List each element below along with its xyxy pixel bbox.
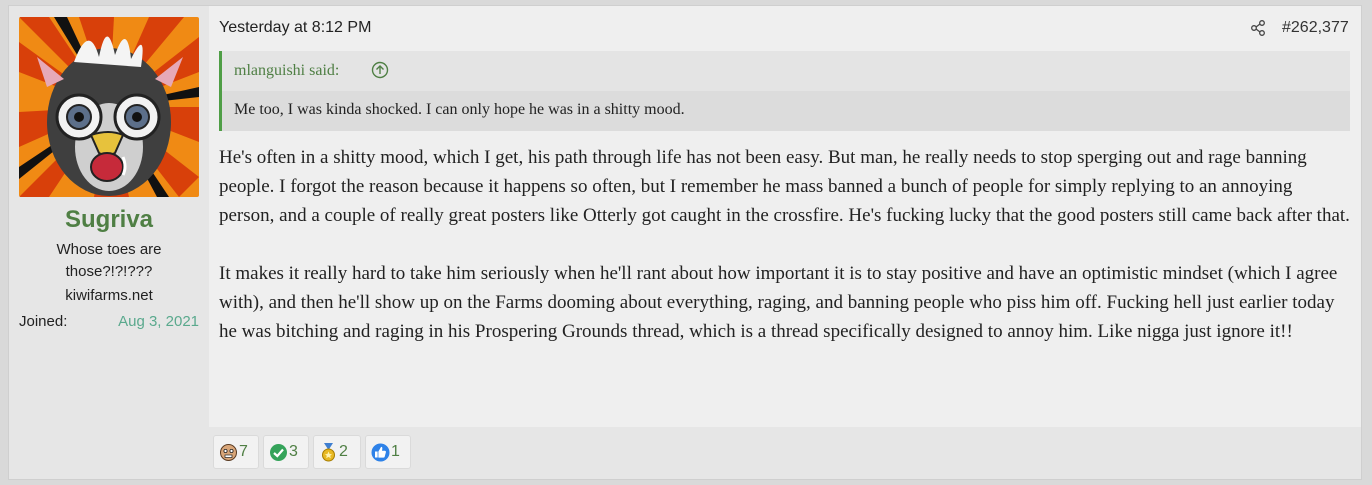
- reaction-count: 7: [239, 443, 248, 460]
- medal-icon: [319, 443, 338, 462]
- reaction-count: 1: [391, 443, 400, 460]
- reaction-count: 2: [339, 443, 348, 460]
- reaction-like[interactable]: 1: [365, 435, 411, 469]
- thumbs-up-icon: [371, 443, 390, 462]
- user-avatar[interactable]: [19, 17, 199, 197]
- reaction-face[interactable]: 7: [213, 435, 259, 469]
- quote-block: mlanguishi said: Me too, I was kinda sho…: [219, 51, 1350, 131]
- share-icon[interactable]: [1250, 20, 1266, 36]
- user-site: kiwifarms.net: [65, 287, 153, 304]
- post-timestamp[interactable]: Yesterday at 8:12 PM: [219, 19, 371, 37]
- arrow-up-circle-icon[interactable]: [371, 61, 389, 79]
- post-paragraph: It makes it really hard to take him seri…: [219, 263, 1338, 342]
- furby-avatar-icon: [19, 17, 199, 197]
- user-title: Whose toes are those?!?!???: [56, 241, 162, 280]
- joined-date: Aug 3, 2021: [118, 313, 199, 330]
- forum-post: Sugriva Whose toes are those?!?!??? kiwi…: [8, 5, 1362, 480]
- quote-text: Me too, I was kinda shocked. I can only …: [222, 91, 1350, 131]
- face-icon: [219, 443, 238, 462]
- post-main: Yesterday at 8:12 PM #262,377 mlanguishi…: [209, 6, 1361, 427]
- post-paragraph: He's often in a shitty mood, which I get…: [219, 147, 1350, 226]
- post-body: He's often in a shitty mood, which I get…: [219, 143, 1351, 375]
- quote-author-link[interactable]: mlanguishi said:: [234, 62, 339, 80]
- user-panel: Sugriva Whose toes are those?!?!??? kiwi…: [9, 6, 209, 479]
- reaction-medal[interactable]: 2: [313, 435, 361, 469]
- post-number-link[interactable]: #262,377: [1282, 19, 1349, 37]
- checkmark-icon: [269, 443, 288, 462]
- joined-label: Joined:: [19, 313, 68, 330]
- reaction-count: 3: [289, 443, 298, 460]
- username[interactable]: Sugriva: [9, 206, 209, 234]
- reaction-check[interactable]: 3: [263, 435, 309, 469]
